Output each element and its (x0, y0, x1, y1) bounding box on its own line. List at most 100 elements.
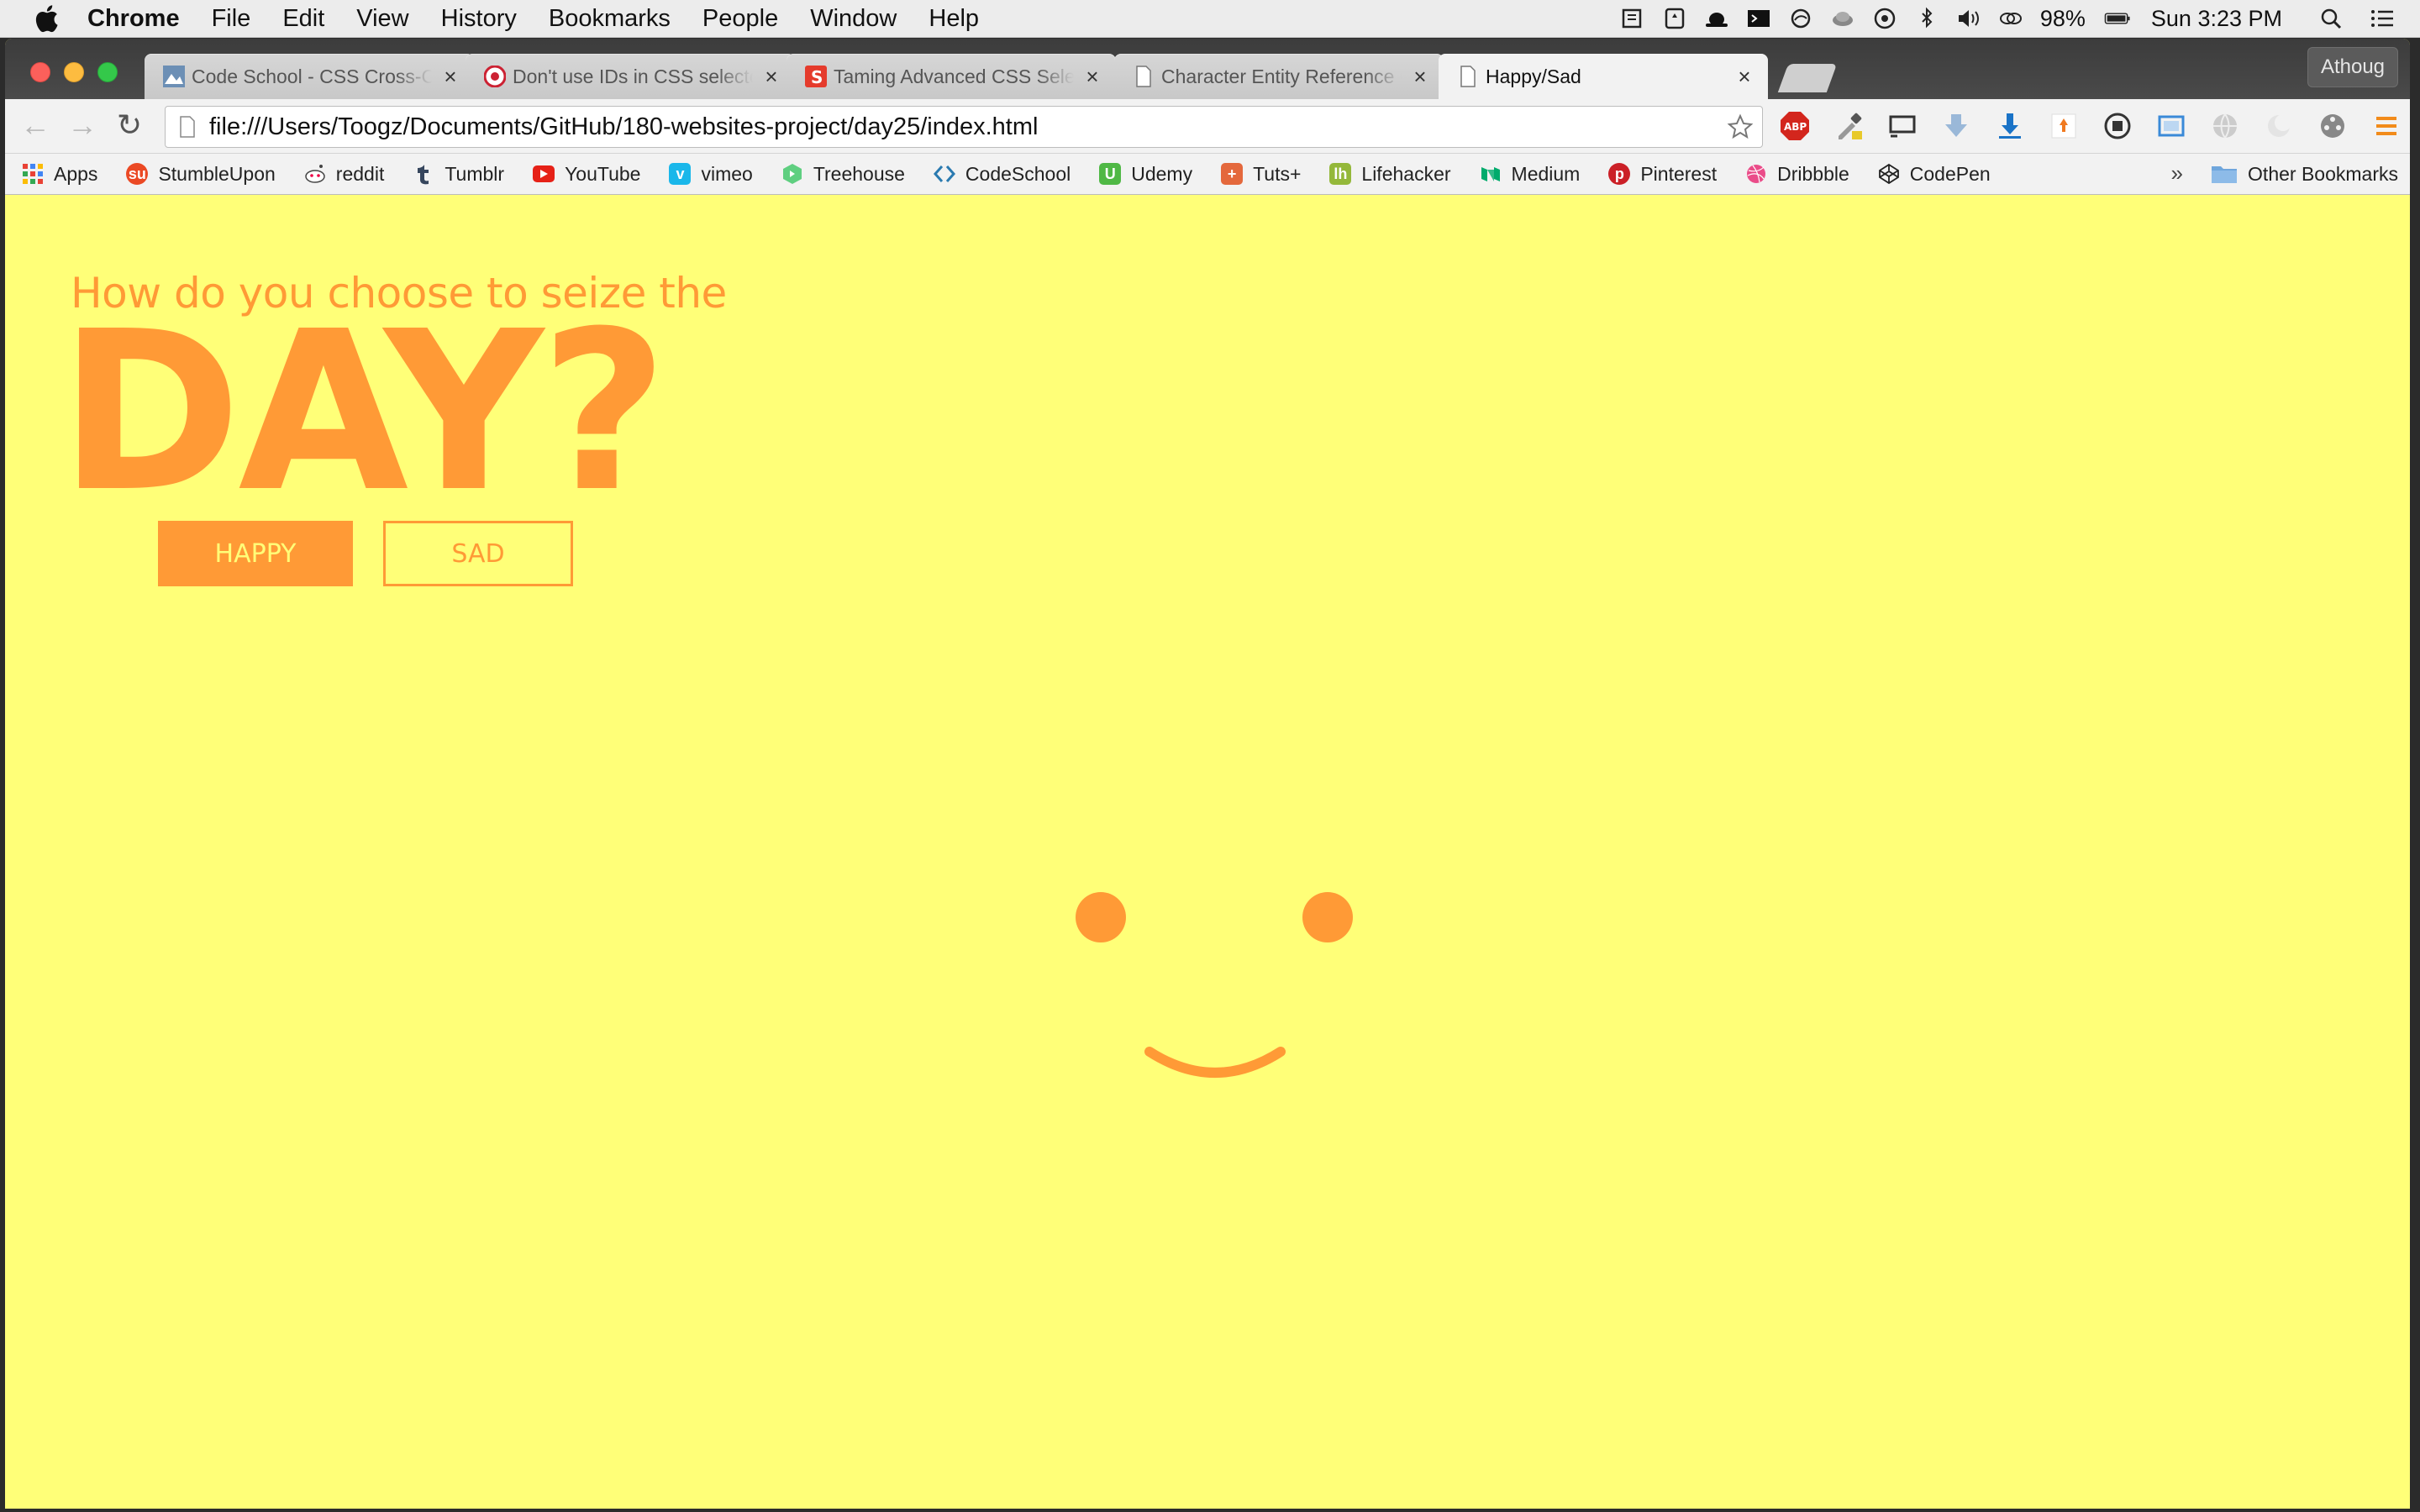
circle-slash-icon[interactable] (1786, 6, 1815, 31)
bookmark-tuts[interactable]: + Tuts+ (1221, 163, 1301, 186)
back-icon[interactable]: ← (20, 110, 50, 141)
new-tab-button[interactable] (1777, 64, 1838, 92)
menu-edit[interactable]: Edit (282, 5, 324, 33)
globe-icon[interactable] (2210, 111, 2240, 141)
tab-css-ids[interactable]: Don't use IDs in CSS selectors? × (466, 54, 795, 99)
notification-center-icon[interactable] (2368, 6, 2396, 31)
menu-app-name[interactable]: Chrome (87, 5, 180, 33)
sync-icon[interactable] (1996, 6, 2025, 31)
bookmark-label: Tumblr (445, 162, 505, 185)
address-bar[interactable]: file:///Users/Toogz/Documents/GitHub/180… (165, 106, 1763, 148)
vimeo-icon: v (669, 163, 692, 185)
tab-close-icon[interactable]: × (1734, 64, 1754, 90)
tab-happy-sad[interactable]: Happy/Sad × (1439, 54, 1768, 99)
page-icon (179, 116, 196, 138)
window-resize-icon[interactable] (2156, 111, 2186, 141)
eye-icon[interactable] (1870, 6, 1899, 31)
bookmark-label: Apps (54, 162, 98, 185)
tab-title: Taming Advanced CSS Selectors (834, 65, 1074, 87)
bookmarks-overflow-button[interactable]: » (2171, 160, 2183, 186)
record-icon[interactable] (2102, 111, 2133, 141)
eyedropper-icon[interactable] (1833, 111, 1864, 141)
reload-icon[interactable]: ↻ (114, 110, 145, 141)
tab-character-entity[interactable]: Character Entity Reference Chart × (1114, 54, 1444, 99)
bluetooth-icon[interactable] (1912, 6, 1941, 31)
menu-window[interactable]: Window (810, 5, 897, 33)
browser-window: Code School - CSS Cross-Country × Don't … (5, 39, 2410, 1509)
spotlight-search-icon[interactable] (2317, 6, 2346, 31)
bookmark-youtube[interactable]: YouTube (533, 163, 640, 186)
menu-people[interactable]: People (702, 5, 778, 33)
other-bookmarks-folder[interactable]: Other Bookmarks (2211, 154, 2398, 194)
smile-mouth (1144, 1047, 1286, 1078)
bookmark-star-icon[interactable] (1727, 113, 1754, 140)
cast-icon[interactable] (1887, 111, 1918, 141)
close-window-button[interactable] (30, 62, 50, 82)
csswizardry-icon (484, 66, 506, 87)
tab-close-icon[interactable]: × (1410, 64, 1430, 90)
apple-icon[interactable] (34, 4, 59, 33)
treehouse-icon (781, 163, 803, 185)
browser-toolbar: ← → ↻ file:///Users/Toogz/Documents/GitH… (5, 99, 2410, 154)
tab-close-icon[interactable]: × (1082, 64, 1102, 90)
page-headline: DAY? (59, 284, 668, 540)
bookmark-label: Treehouse (813, 162, 905, 185)
menu-bookmarks[interactable]: Bookmarks (549, 5, 671, 33)
tab-close-icon[interactable]: × (761, 64, 781, 90)
bookmark-udemy[interactable]: U Udemy (1099, 163, 1192, 186)
bookmark-label: Pinterest (1640, 162, 1718, 185)
apps-grid-icon (22, 163, 44, 185)
bookmark-stumbleupon[interactable]: su StumbleUpon (126, 163, 276, 186)
menu-clock[interactable]: Sun 3:23 PM (2151, 6, 2282, 32)
menu-history[interactable]: History (441, 5, 517, 33)
url-text[interactable]: file:///Users/Toogz/Documents/GitHub/180… (209, 113, 1038, 141)
menu-help[interactable]: Help (929, 5, 979, 33)
page-icon (1133, 66, 1155, 87)
tab-taming-css[interactable]: S Taming Advanced CSS Selectors × (786, 54, 1116, 99)
menu-file[interactable]: File (212, 5, 251, 33)
tab-code-school[interactable]: Code School - CSS Cross-Country × (145, 54, 474, 99)
bookmark-lifehacker[interactable]: lh Lifehacker (1329, 163, 1451, 186)
tab-close-icon[interactable]: × (440, 64, 460, 90)
lifehacker-icon: lh (1329, 163, 1352, 185)
bookmark-dribbble[interactable]: Dribbble (1745, 163, 1849, 186)
tab-strip: Code School - CSS Cross-Country × Don't … (5, 39, 2410, 99)
sad-button[interactable]: SAD (383, 521, 573, 586)
volume-icon[interactable] (1954, 6, 1983, 31)
bookmark-label: Medium (1511, 162, 1581, 185)
adblock-icon[interactable]: ABP (1780, 111, 1810, 141)
bookmark-treehouse[interactable]: Treehouse (781, 163, 905, 186)
bookmark-vimeo[interactable]: v vimeo (669, 163, 753, 186)
menu-view[interactable]: View (356, 5, 408, 33)
bookmark-pinterest[interactable]: p Pinterest (1608, 163, 1717, 186)
bookmark-reddit[interactable]: reddit (304, 163, 384, 186)
cloud-app-icon[interactable] (1828, 6, 1857, 31)
extension-orange-icon[interactable] (2049, 111, 2079, 141)
bookmark-codeschool[interactable]: CodeSchool (933, 163, 1071, 186)
bowler-hat-icon[interactable] (1702, 6, 1731, 31)
bookmark-tumblr[interactable]: Tumblr (413, 163, 504, 186)
page-icon (1457, 66, 1479, 87)
tab-title: Don't use IDs in CSS selectors? (513, 65, 753, 87)
moon-icon[interactable] (2264, 111, 2294, 141)
folder-icon (2211, 164, 2238, 184)
profile-button[interactable]: Athoug (2307, 47, 2398, 87)
notes-icon[interactable] (1618, 6, 1647, 31)
film-reel-icon[interactable] (2317, 111, 2348, 141)
tab-title: Character Entity Reference Chart (1161, 65, 1402, 87)
forward-icon[interactable]: → (67, 110, 97, 141)
zoom-window-button[interactable] (97, 62, 118, 82)
happy-button[interactable]: HAPPY (158, 521, 353, 586)
dribbble-icon (1745, 163, 1767, 185)
bookmark-apps[interactable]: Apps (22, 163, 97, 186)
chrome-menu-icon[interactable] (2371, 111, 2402, 141)
terminal-icon[interactable] (1744, 6, 1773, 31)
pocket-icon[interactable] (1660, 6, 1689, 31)
download-arrow-icon[interactable] (1941, 111, 1971, 141)
bookmark-codepen[interactable]: CodePen (1878, 163, 1991, 186)
bookmark-medium[interactable]: Medium (1480, 162, 1581, 186)
downloads-icon[interactable] (1995, 111, 2025, 141)
battery-icon[interactable] (2099, 6, 2136, 31)
minimize-window-button[interactable] (64, 62, 84, 82)
codepen-icon (1878, 163, 1900, 185)
